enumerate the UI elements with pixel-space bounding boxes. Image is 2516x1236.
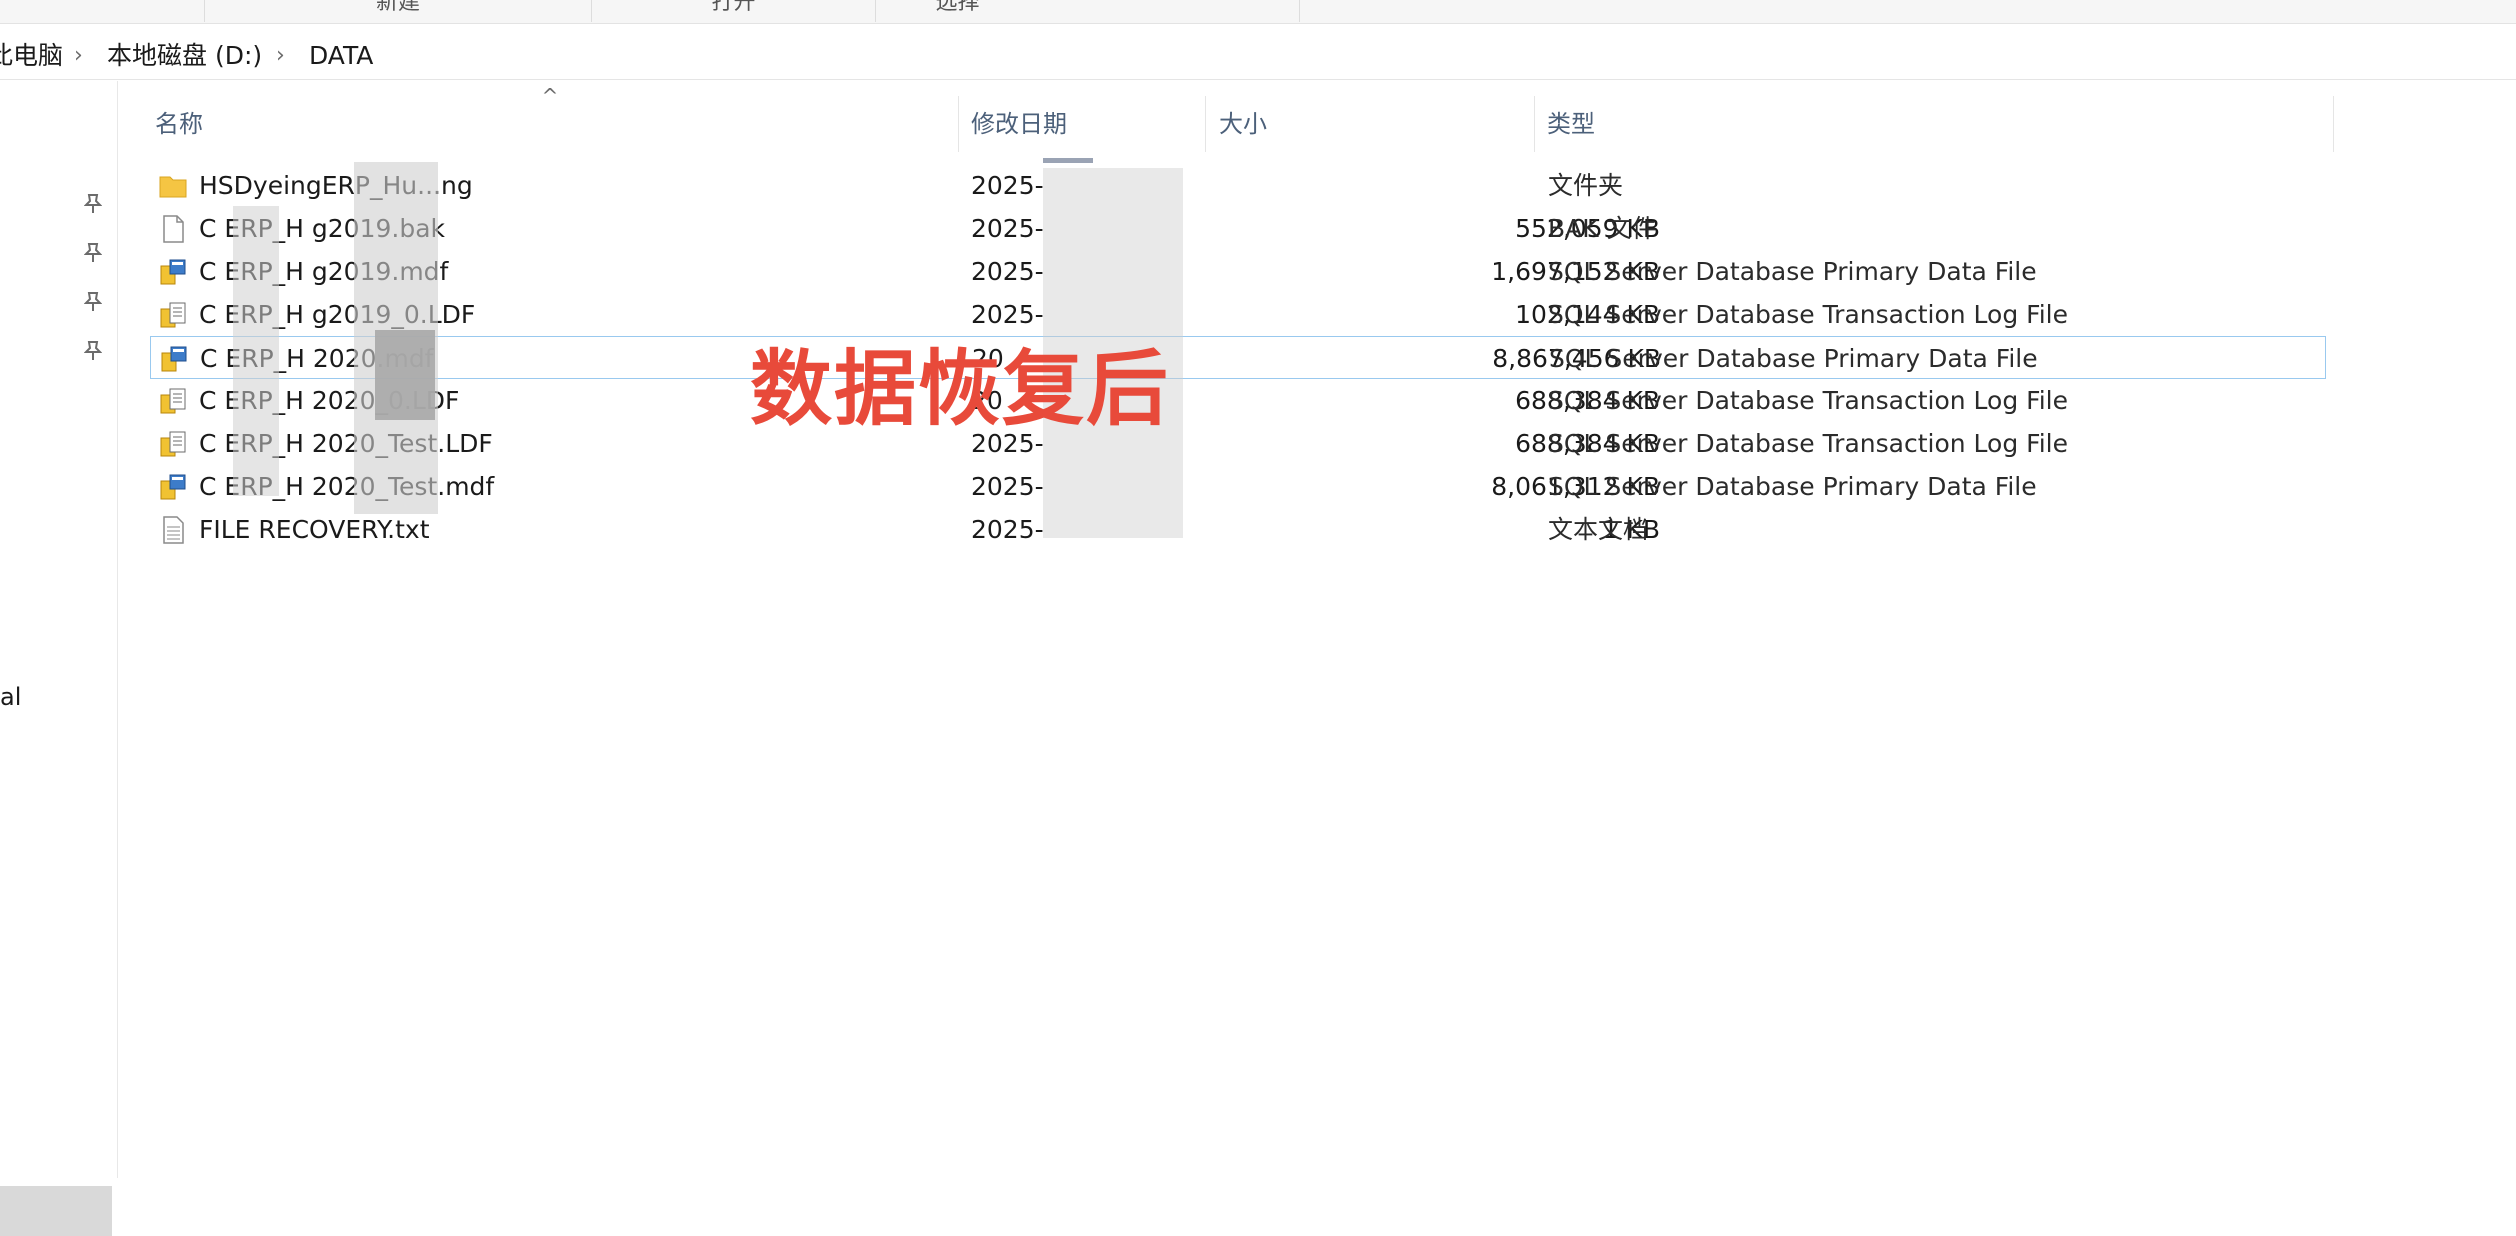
address-bar[interactable]: 此电脑 › 本地磁盘 (D:) › DATA: [0, 30, 2516, 80]
file-row[interactable]: C ERP_H 2020_Test.mdf 2025- 8,061,312 KB…: [150, 465, 2330, 508]
folder-icon: [158, 171, 188, 201]
file-row[interactable]: C ERP_H g2019.bak 2025- 552,059 KB BAK 文…: [150, 207, 2330, 250]
nav-item-label[interactable]: al: [0, 683, 21, 711]
sql-log-icon: [158, 429, 188, 459]
column-resize-indicator: [1043, 158, 1093, 163]
file-type: SQL Server Database Primary Data File: [1548, 472, 2037, 501]
sql-db-icon: [158, 472, 188, 502]
ribbon-group-label: 新建: [375, 0, 420, 15]
file-type: BAK 文件: [1548, 214, 1657, 243]
sql-db-icon: [159, 344, 189, 374]
file-date: 2025-: [971, 171, 1044, 200]
file-row[interactable]: C ERP_H g2019_0.LDF 2025- 102,144 KB SQL…: [150, 293, 2330, 336]
ribbon-group-organize[interactable]: 组织: [0, 0, 205, 22]
text-file-icon: [158, 515, 188, 545]
nav-item-selected[interactable]: [0, 1186, 112, 1236]
breadcrumb-local-disk[interactable]: 本地磁盘 (D:): [107, 30, 262, 80]
blank-file-icon: [158, 214, 188, 244]
pin-icon[interactable]: [82, 193, 104, 215]
column-divider[interactable]: [1534, 96, 1535, 152]
file-row[interactable]: C ERP_H g2019.mdf 2025- 1,697,152 KB SQL…: [150, 250, 2330, 293]
file-row[interactable]: HSDyeingERP_Hu...ng 2025- 文件夹: [150, 164, 2330, 207]
file-date: 2025-: [971, 257, 1044, 286]
ribbon-group-label: 选择: [935, 0, 980, 15]
breadcrumb-separator-icon[interactable]: ›: [276, 30, 285, 80]
breadcrumb-separator-icon[interactable]: ›: [74, 30, 83, 80]
file-type: SQL Server Database Transaction Log File: [1548, 429, 2068, 458]
pin-icon[interactable]: [82, 291, 104, 313]
ribbon: 组织 新建 打开 选择: [0, 0, 2516, 24]
file-type: SQL Server Database Transaction Log File: [1548, 300, 2068, 329]
file-type: 文本文档: [1548, 515, 1649, 544]
ribbon-group-label: 打开: [711, 0, 756, 15]
ribbon-group-select[interactable]: 选择: [876, 0, 1300, 22]
sql-log-icon: [158, 300, 188, 330]
file-date: 2025-: [971, 214, 1044, 243]
file-date: 2025-: [971, 515, 1044, 544]
ribbon-group-new[interactable]: 新建: [205, 0, 592, 22]
file-date: 2025-: [971, 472, 1044, 501]
breadcrumb-data-folder[interactable]: DATA: [309, 30, 373, 80]
file-type: SQL Server Database Primary Data File: [1549, 344, 2038, 373]
recovery-caption: 数据恢复后: [750, 342, 1171, 437]
sql-db-icon: [158, 257, 188, 287]
column-divider[interactable]: [1205, 96, 1206, 152]
file-type: SQL Server Database Transaction Log File: [1548, 386, 2068, 415]
redaction-mosaic: [375, 330, 435, 420]
sql-log-icon: [158, 386, 188, 416]
file-type: 文件夹: [1548, 171, 1624, 200]
breadcrumb-this-pc[interactable]: 此电脑: [0, 30, 63, 80]
file-type: SQL Server Database Primary Data File: [1548, 257, 2037, 286]
navigation-pane: al: [0, 81, 118, 1236]
column-header-size[interactable]: 大小: [1219, 96, 1519, 152]
column-header-date[interactable]: 修改日期: [971, 96, 1201, 152]
file-row[interactable]: C ERP_H 2020_0.LDF 20 688,384 KB SQL Ser…: [150, 379, 2330, 422]
column-divider[interactable]: [958, 96, 959, 152]
column-header-name[interactable]: 名称: [155, 96, 955, 152]
pin-icon[interactable]: [82, 242, 104, 264]
file-row[interactable]: FILE RECOVERY.txt 2025- 1 KB 文本文档: [150, 508, 2330, 551]
pin-icon[interactable]: [82, 340, 104, 362]
file-row[interactable]: C ERP_H 2020_Test.LDF 2025- 688,384 KB S…: [150, 422, 2330, 465]
redaction-mosaic: [233, 206, 279, 496]
file-row-selected[interactable]: C ERP_H 2020.mdf 20 8,867,456 KB SQL Ser…: [150, 336, 2326, 379]
column-divider[interactable]: [2333, 96, 2334, 152]
file-name: FILE RECOVERY.txt: [199, 515, 430, 544]
column-header-type[interactable]: 类型: [1547, 96, 2327, 152]
ribbon-group-open[interactable]: 打开: [592, 0, 876, 22]
